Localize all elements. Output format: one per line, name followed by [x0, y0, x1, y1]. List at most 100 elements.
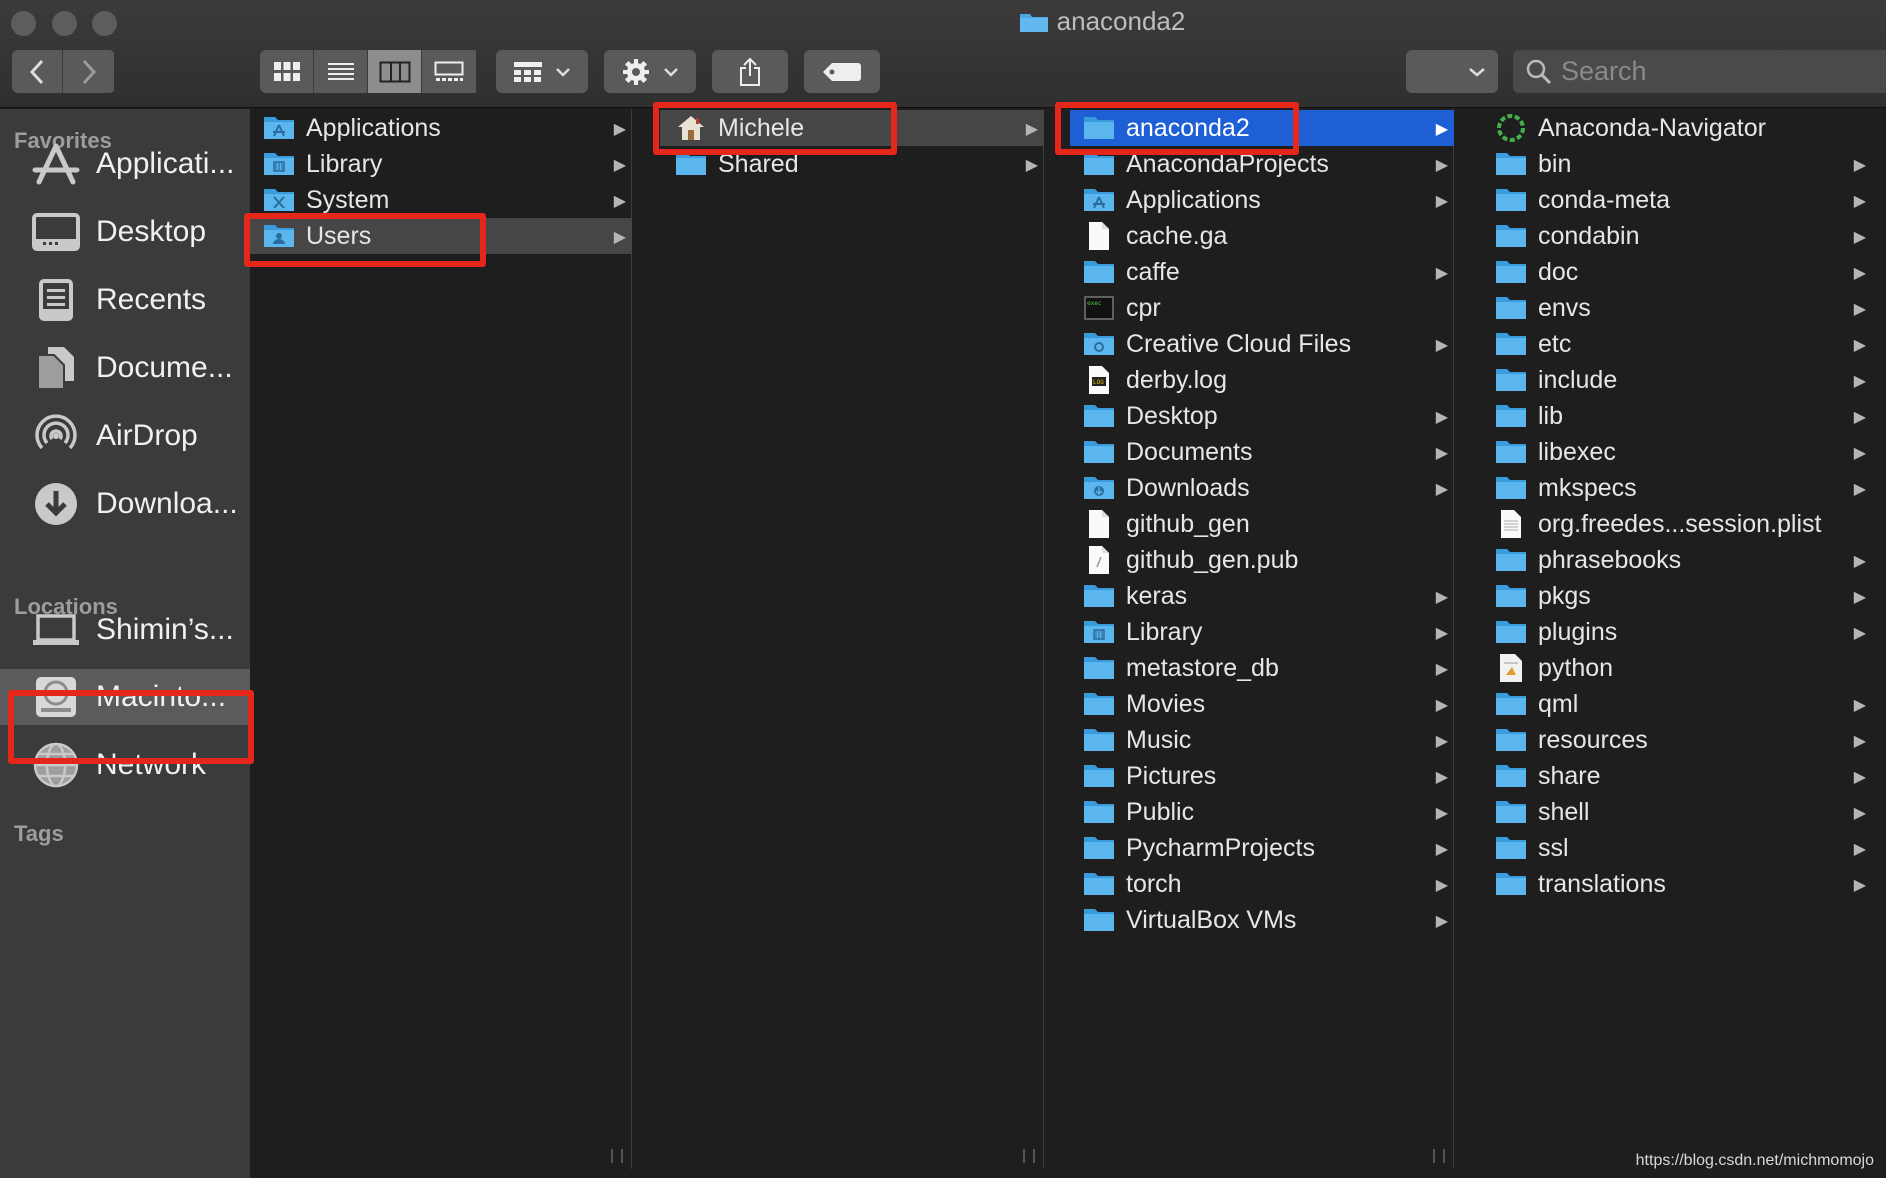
list-view-button[interactable] — [314, 50, 368, 93]
path-dropdown[interactable] — [1406, 50, 1498, 93]
file-row-github-gen[interactable]: github_gen — [1070, 506, 1454, 542]
window-title: anaconda2 — [1056, 6, 1186, 36]
file-row-conda-meta[interactable]: conda-meta ▶ — [1480, 182, 1872, 218]
file-row-plugins[interactable]: plugins ▶ — [1480, 614, 1872, 650]
file-row-pictures[interactable]: Pictures ▶ — [1070, 758, 1454, 794]
sidebar-item-documents[interactable]: Docume... — [0, 340, 250, 396]
file-row-documents[interactable]: Documents ▶ — [1070, 434, 1454, 470]
search-field[interactable]: Search — [1513, 50, 1886, 93]
file-row-creative-cloud-files[interactable]: Creative Cloud Files ▶ — [1070, 326, 1454, 362]
file-row-ssl[interactable]: ssl ▶ — [1480, 830, 1872, 866]
file-name: condabin — [1538, 221, 1640, 250]
back-button[interactable] — [12, 50, 63, 93]
sidebar-item-desktop[interactable]: Desktop — [0, 204, 250, 260]
file-name: Movies — [1126, 689, 1206, 718]
file-row-anaconda-navigator[interactable]: Anaconda-Navigator — [1480, 110, 1872, 146]
sidebar-item-downloads[interactable]: Downloa... — [0, 476, 250, 532]
file-row-public[interactable]: Public ▶ — [1070, 794, 1454, 830]
columns-icon — [379, 61, 410, 82]
sidebar-item-label: Downloa... — [96, 487, 238, 520]
file-icon — [1494, 654, 1528, 682]
file-name: derby.log — [1126, 365, 1227, 394]
disclosure-arrow-icon: ▶ — [613, 121, 626, 138]
file-row-anaconda2[interactable]: anaconda2 ▶ — [1070, 110, 1454, 146]
file-row-metastore-db[interactable]: metastore_db ▶ — [1070, 650, 1454, 686]
file-row-virtualbox-vms[interactable]: VirtualBox VMs ▶ — [1070, 902, 1454, 938]
file-row-translations[interactable]: translations ▶ — [1480, 866, 1872, 902]
file-row-anacondaprojects[interactable]: AnacondaProjects ▶ — [1070, 146, 1454, 182]
file-name: anaconda2 — [1126, 113, 1250, 142]
file-row-pkgs[interactable]: pkgs ▶ — [1480, 578, 1872, 614]
file-row-envs[interactable]: envs ▶ — [1480, 290, 1872, 326]
svg-text:LOG: LOG — [1093, 379, 1104, 386]
file-row-shared[interactable]: Shared ▶ — [660, 146, 1044, 182]
column-resize-handle[interactable] — [1023, 1149, 1035, 1163]
icon-view-button[interactable] — [260, 50, 314, 93]
action-menu-button[interactable] — [604, 50, 696, 93]
file-row-library[interactable]: Library ▶ — [250, 146, 632, 182]
file-row-share[interactable]: share ▶ — [1480, 758, 1872, 794]
file-row-condabin[interactable]: condabin ▶ — [1480, 218, 1872, 254]
file-row-keras[interactable]: keras ▶ — [1070, 578, 1454, 614]
forward-button[interactable] — [63, 50, 114, 93]
disclosure-arrow-icon: ▶ — [1853, 193, 1866, 210]
file-row-etc[interactable]: etc ▶ — [1480, 326, 1872, 362]
folder-icon — [262, 150, 296, 178]
file-row-users[interactable]: Users ▶ — [250, 218, 632, 254]
file-name: mkspecs — [1538, 473, 1637, 502]
file-row-library[interactable]: Library ▶ — [1070, 614, 1454, 650]
search-icon — [1526, 59, 1552, 84]
file-row-phrasebooks[interactable]: phrasebooks ▶ — [1480, 542, 1872, 578]
file-row-org-freedes-session-plist[interactable]: org.freedes...session.plist — [1480, 506, 1872, 542]
column-resize-handle[interactable] — [1433, 1149, 1445, 1163]
file-row-python[interactable]: python — [1480, 650, 1872, 686]
file-row-desktop[interactable]: Desktop ▶ — [1070, 398, 1454, 434]
file-row-mkspecs[interactable]: mkspecs ▶ — [1480, 470, 1872, 506]
group-by-dropdown[interactable] — [496, 50, 588, 93]
folder-icon — [1082, 150, 1116, 178]
sidebar-item-label: Applicati... — [96, 147, 235, 180]
file-row-bin[interactable]: bin ▶ — [1480, 146, 1872, 182]
file-row-caffe[interactable]: caffe ▶ — [1070, 254, 1454, 290]
share-button[interactable] — [712, 50, 788, 93]
column-anaconda2: Anaconda-Navigator bin ▶ conda-meta ▶ condabi… — [1480, 109, 1886, 1169]
file-row-libexec[interactable]: libexec ▶ — [1480, 434, 1872, 470]
file-row-github-gen-pub[interactable]: github_gen.pub — [1070, 542, 1454, 578]
sidebar-item-computer[interactable]: Shimin’s... — [0, 602, 250, 658]
home-folder-icon — [674, 114, 708, 142]
file-row-applications[interactable]: Applications ▶ — [1070, 182, 1454, 218]
file-row-pycharmprojects[interactable]: PycharmProjects ▶ — [1070, 830, 1454, 866]
file-row-system[interactable]: System ▶ — [250, 182, 632, 218]
file-row-doc[interactable]: doc ▶ — [1480, 254, 1872, 290]
file-row-torch[interactable]: torch ▶ — [1070, 866, 1454, 902]
column-resize-handle[interactable] — [611, 1149, 623, 1163]
file-row-shell[interactable]: shell ▶ — [1480, 794, 1872, 830]
chevron-left-icon — [29, 59, 44, 84]
sidebar-item-macintosh-hd[interactable]: Macinto... — [0, 669, 250, 725]
file-row-qml[interactable]: qml ▶ — [1480, 686, 1872, 722]
file-row-resources[interactable]: resources ▶ — [1480, 722, 1872, 758]
gallery-view-button[interactable] — [422, 50, 476, 93]
folder-icon — [262, 186, 296, 214]
sidebar-item-recents[interactable]: Recents — [0, 272, 250, 328]
file-name: github_gen — [1126, 509, 1250, 538]
folder-icon — [1494, 582, 1528, 610]
file-row-cache-ga[interactable]: cache.ga — [1070, 218, 1454, 254]
file-row-include[interactable]: include ▶ — [1480, 362, 1872, 398]
file-row-lib[interactable]: lib ▶ — [1480, 398, 1872, 434]
file-name: Users — [306, 221, 372, 250]
file-row-applications[interactable]: Applications ▶ — [250, 110, 632, 146]
file-row-movies[interactable]: Movies ▶ — [1070, 686, 1454, 722]
column-view-button[interactable] — [368, 50, 422, 93]
sidebar-item-airdrop[interactable]: AirDrop — [0, 408, 250, 464]
file-row-downloads[interactable]: Downloads ▶ — [1070, 470, 1454, 506]
file-row-music[interactable]: Music ▶ — [1070, 722, 1454, 758]
disclosure-arrow-icon: ▶ — [1435, 841, 1448, 858]
sidebar-item-network[interactable]: Network — [0, 737, 250, 793]
sidebar-item-applications[interactable]: Applicati... — [0, 136, 250, 192]
file-row-michele[interactable]: Michele ▶ — [660, 110, 1044, 146]
edit-tags-button[interactable] — [804, 50, 880, 93]
file-row-derby-log[interactable]: LOG derby.log — [1070, 362, 1454, 398]
file-row-cpr[interactable]: exec cpr — [1070, 290, 1454, 326]
folder-icon — [1082, 798, 1116, 826]
